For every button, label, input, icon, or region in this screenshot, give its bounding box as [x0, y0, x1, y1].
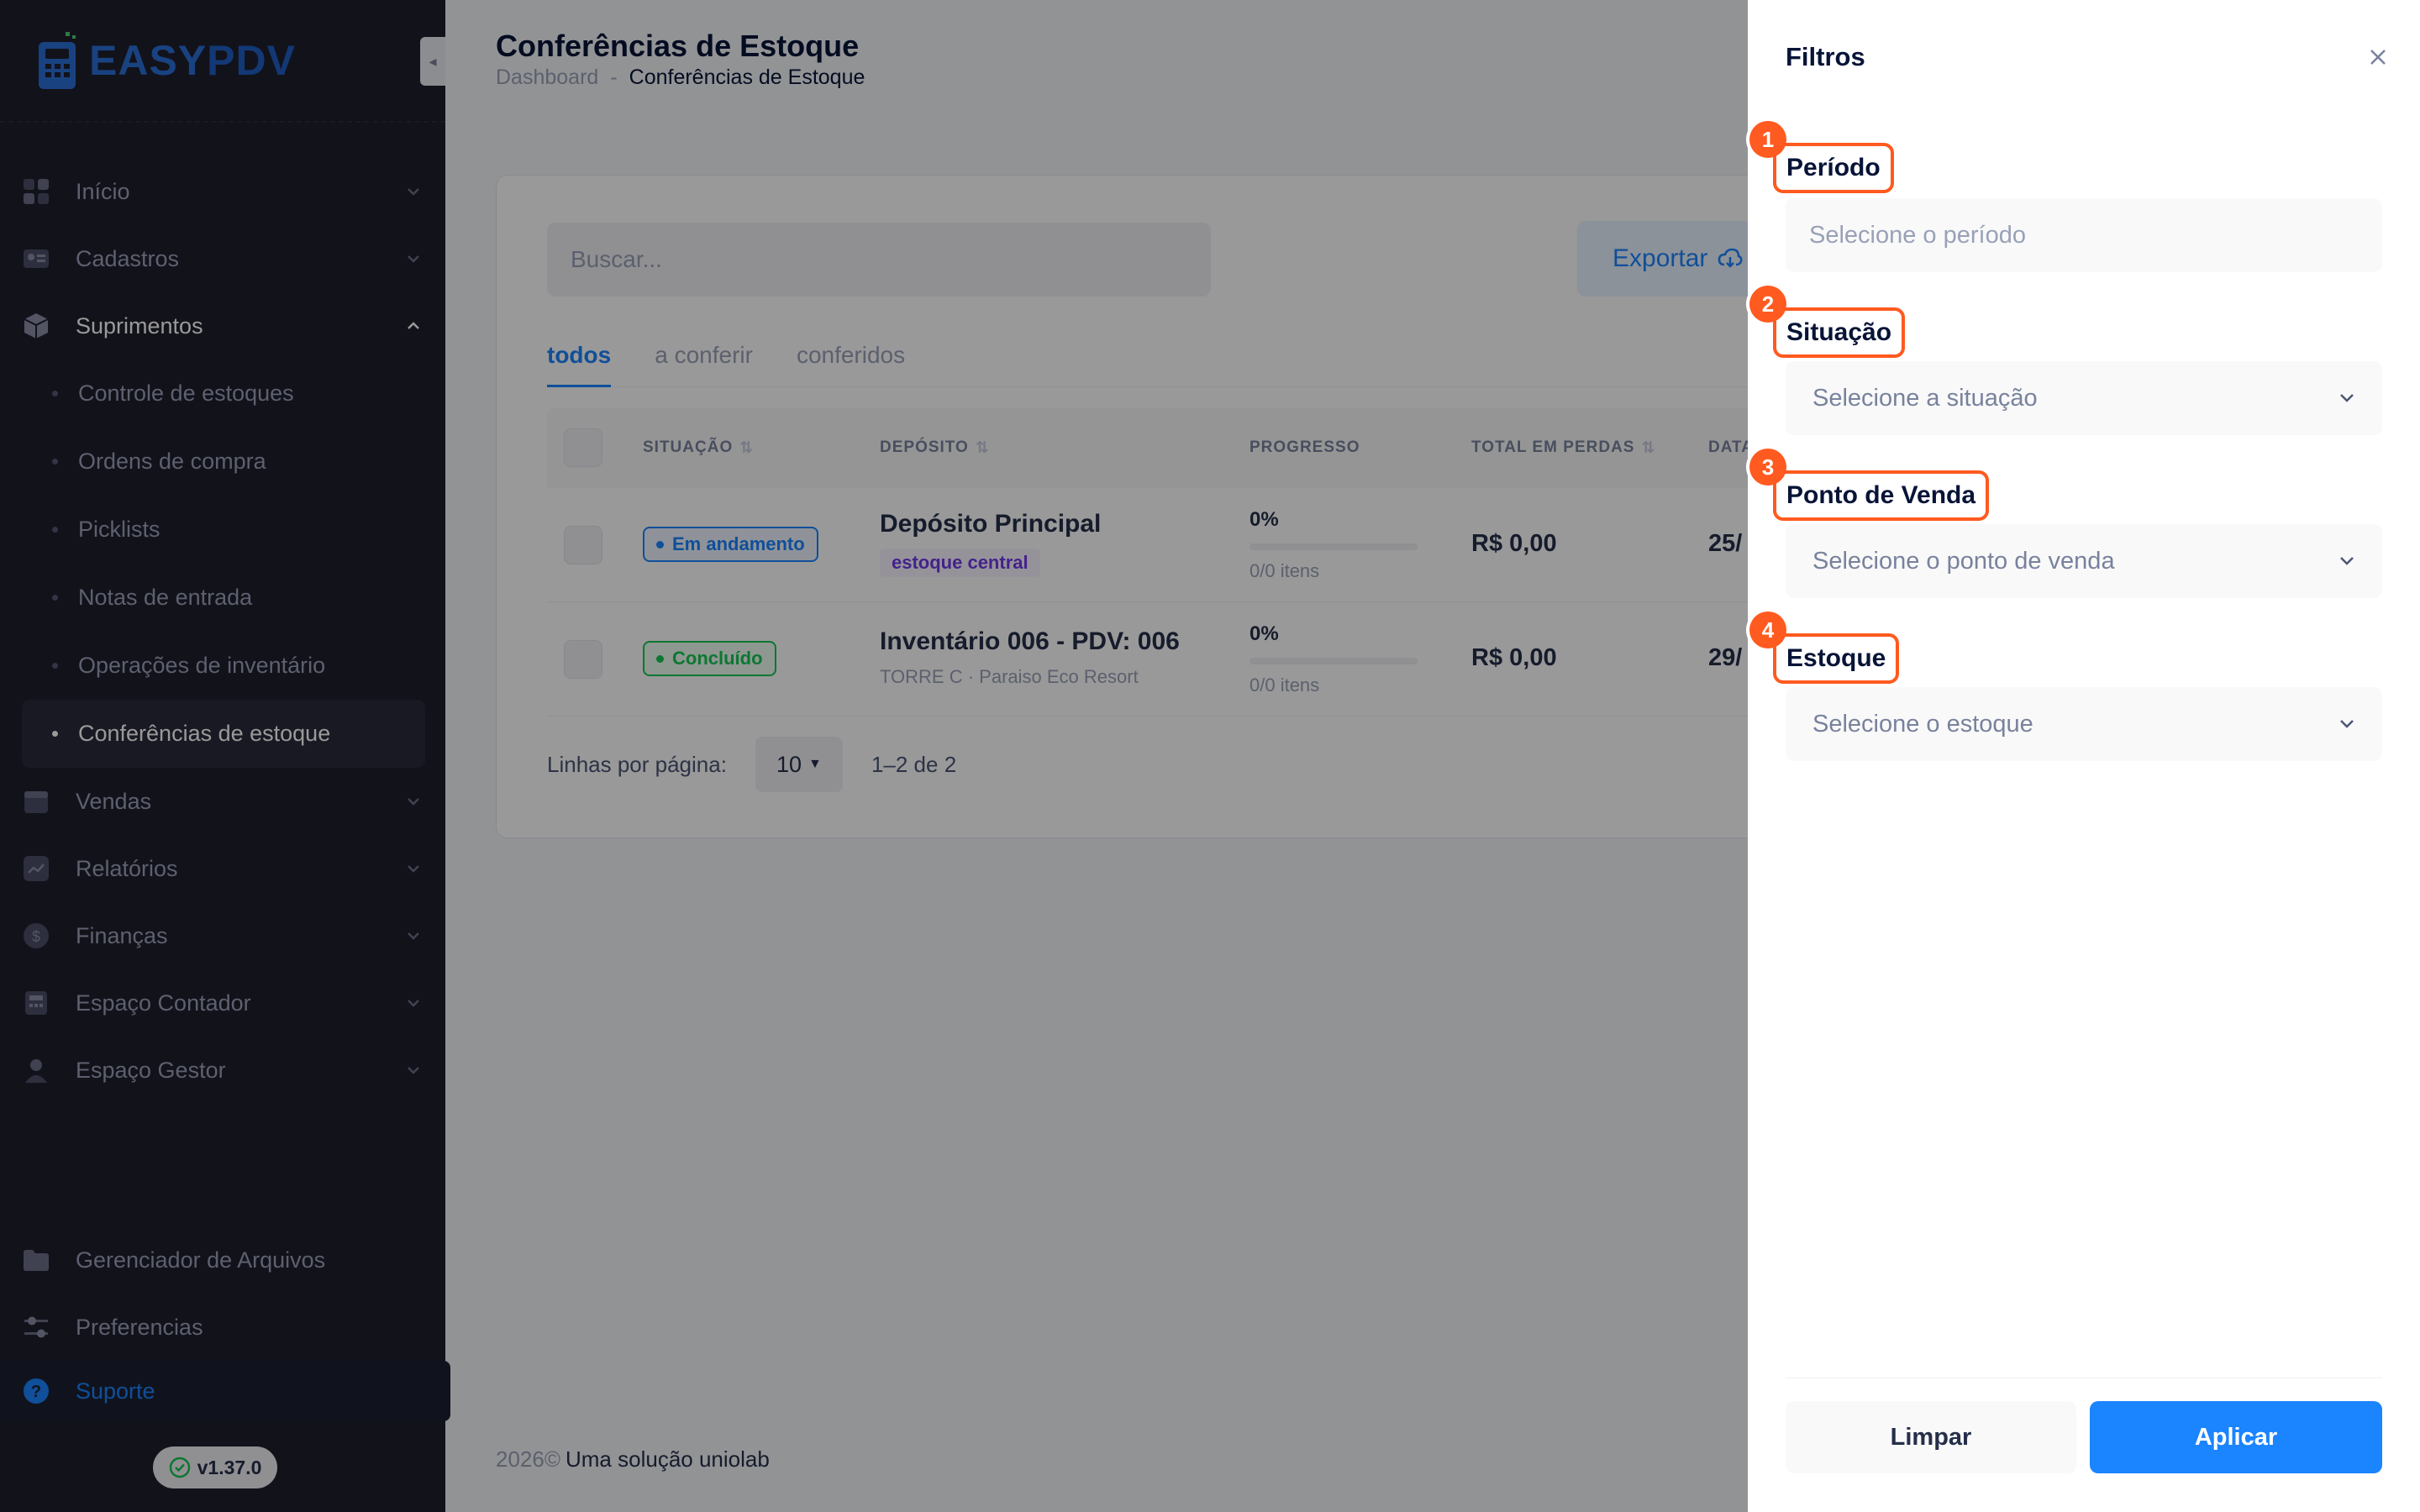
filter-label-ponto-venda: Ponto de Venda [1773, 470, 1990, 521]
stock-select[interactable]: Selecione o estoque [1786, 687, 2382, 761]
status-select[interactable]: Selecione a situação [1786, 361, 2382, 435]
chevron-down-icon [2340, 394, 2354, 402]
period-input[interactable]: Selecione o período [1786, 198, 2382, 272]
point-of-sale-select-placeholder: Selecione o ponto de venda [1812, 547, 2115, 575]
filter-label-periodo: Período [1773, 143, 1894, 193]
close-icon[interactable] [2363, 42, 2393, 72]
drawer-title: Filtros [1786, 42, 1865, 71]
filter-label-estoque: Estoque [1773, 633, 1900, 684]
clear-filters-button[interactable]: Limpar [1786, 1401, 2076, 1473]
status-select-placeholder: Selecione a situação [1812, 384, 2038, 412]
apply-filters-button[interactable]: Aplicar [2090, 1401, 2382, 1473]
filter-label-situacao: Situação [1773, 307, 1906, 358]
stock-select-placeholder: Selecione o estoque [1812, 710, 2033, 738]
filters-drawer: Filtros 1 Período Selecione o período 2 … [1748, 0, 2420, 1512]
point-of-sale-select[interactable]: Selecione o ponto de venda [1786, 524, 2382, 598]
chevron-down-icon [2340, 557, 2354, 565]
modal-backdrop[interactable] [0, 0, 1748, 1512]
chevron-down-icon [2340, 720, 2354, 728]
